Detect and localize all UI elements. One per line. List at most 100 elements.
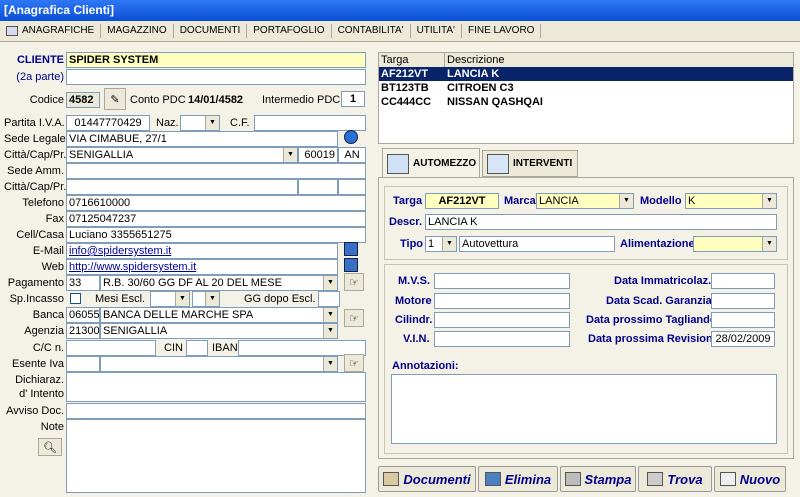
pr2-field[interactable] (338, 179, 366, 195)
sede-amm-field[interactable] (66, 163, 366, 179)
citta1-select[interactable]: SENIGALLIA ▼ (66, 147, 298, 163)
banca-select[interactable]: BANCA DELLE MARCHE SPA ▼ (100, 307, 338, 323)
cilindr-field[interactable] (434, 312, 570, 328)
esente-lookup-button[interactable]: ☞ (344, 354, 364, 372)
tipo-code[interactable]: 1 ▼ (425, 236, 457, 252)
browser-icon[interactable] (344, 258, 358, 272)
cin-field[interactable] (186, 340, 208, 356)
globe-icon[interactable] (344, 130, 358, 144)
mesi-escl-select-1[interactable]: ▼ (150, 291, 190, 307)
intermedio-field[interactable]: 1 (341, 91, 365, 107)
vehicles-list[interactable]: Targa Descrizione AF212VT LANCIA K BT123… (378, 52, 794, 144)
trova-button[interactable]: Trova (638, 466, 712, 492)
menu-fine-lavoro[interactable]: FINE LAVORO (462, 24, 542, 38)
col-targa: Targa (379, 53, 445, 67)
pagamento-select[interactable]: R.B. 30/60 GG DF AL 20 DEL MESE ▼ (100, 275, 338, 291)
search-icon (647, 472, 664, 486)
codice-field[interactable]: 4582 (66, 92, 100, 108)
esente-code[interactable] (66, 356, 100, 372)
marca-select[interactable]: LANCIA ▼ (536, 193, 634, 209)
tab-interventi[interactable]: INTERVENTI (482, 150, 578, 177)
immatricolaz-field[interactable] (711, 273, 775, 289)
cf-field[interactable] (254, 115, 366, 131)
printer-icon (564, 472, 581, 486)
vehicle-row[interactable]: CC444CC NISSAN QASHQAI (379, 95, 793, 109)
web-field[interactable]: http://www.spidersystem.it (66, 259, 338, 275)
sede-legale-field[interactable]: VIA CIMABUE, 27/1 (66, 131, 338, 147)
modello-select[interactable]: K ▼ (685, 193, 777, 209)
intermedio-label: Intermedio PDC (262, 94, 341, 106)
incasso-checkbox[interactable] (70, 293, 81, 304)
citta2-field[interactable] (66, 179, 298, 195)
vehicle-row[interactable]: AF212VT LANCIA K (379, 67, 793, 81)
esente-select[interactable]: ▼ (100, 356, 338, 372)
vin-field[interactable] (434, 331, 570, 347)
piva-field[interactable]: 01447770429 (66, 115, 150, 131)
menu-utilita[interactable]: UTILITA' (411, 24, 462, 38)
telefono-field[interactable]: 0716610000 (66, 195, 366, 211)
mail-icon[interactable] (344, 242, 358, 256)
banca-lookup-button[interactable]: ☞ (344, 309, 364, 327)
alim-select[interactable]: ▼ (693, 236, 777, 252)
chevron-down-icon[interactable]: ▼ (205, 116, 219, 130)
menu-documenti[interactable]: DOCUMENTI (174, 24, 248, 38)
dichiaraz-field[interactable] (66, 372, 366, 402)
chevron-down-icon[interactable]: ▼ (442, 237, 456, 251)
menu-magazzino[interactable]: MAGAZZINO (101, 24, 174, 38)
annotazioni-field[interactable] (391, 374, 777, 444)
cell-field[interactable]: Luciano 3355651275 (66, 227, 366, 243)
mesi-escl-select-2[interactable]: ▼ (192, 291, 220, 307)
menu-portafoglio[interactable]: PORTAFOGLIO (247, 24, 332, 38)
mvs-field[interactable] (434, 273, 570, 289)
banca-code[interactable]: 06055 (66, 307, 100, 323)
nuovo-button[interactable]: Nuovo (714, 466, 786, 492)
tipo-field[interactable]: Autovettura (459, 236, 615, 252)
chevron-down-icon[interactable]: ▼ (762, 237, 776, 251)
pagamento-lookup-button[interactable]: ☞ (344, 273, 364, 291)
scad-garanzia-field[interactable] (711, 293, 775, 309)
chevron-down-icon[interactable]: ▼ (762, 194, 776, 208)
cap1-field[interactable]: 60019 (298, 147, 338, 163)
agenzia-select[interactable]: SENIGALLIA ▼ (100, 323, 338, 339)
chevron-down-icon[interactable]: ▼ (323, 308, 337, 322)
avviso-field[interactable] (66, 403, 366, 419)
chevron-down-icon[interactable]: ▼ (205, 292, 219, 306)
agenzia-code[interactable]: 21300 (66, 323, 100, 339)
naz-select[interactable]: ▼ (180, 115, 220, 131)
documenti-button[interactable]: Documenti (378, 466, 476, 492)
chevron-down-icon[interactable]: ▼ (619, 194, 633, 208)
parte2-field[interactable] (66, 69, 366, 85)
elimina-button[interactable]: Elimina (478, 466, 558, 492)
targa-field[interactable]: AF212VT (425, 193, 499, 209)
vehicle-row[interactable]: BT123TB CITROEN C3 (379, 81, 793, 95)
email-label: E-Mail (32, 245, 64, 257)
chevron-down-icon[interactable]: ▼ (323, 276, 337, 290)
chevron-down-icon[interactable]: ▼ (283, 148, 297, 162)
folder-icon (383, 472, 400, 486)
cc-field[interactable] (66, 340, 156, 356)
cliente-field[interactable]: SPIDER SYSTEM (66, 52, 366, 68)
menu-contabilita[interactable]: CONTABILITA' (332, 24, 411, 38)
chevron-down-icon[interactable]: ▼ (323, 357, 337, 371)
tab-automezzo[interactable]: AUTOMEZZO (382, 148, 480, 178)
descr-field[interactable]: LANCIA K (425, 214, 777, 230)
chevron-down-icon[interactable]: ▼ (323, 324, 337, 338)
parte2-label: (2a parte) (16, 71, 64, 83)
note-field[interactable] (66, 419, 366, 493)
stampa-button[interactable]: Stampa (560, 466, 636, 492)
cap2-field[interactable] (298, 179, 338, 195)
revisione-field[interactable]: 28/02/2009 (711, 331, 775, 347)
citta1-label: Città/Cap/Pr. (4, 149, 67, 161)
tagliando-field[interactable] (711, 312, 775, 328)
edit-code-button[interactable]: ✎ (104, 88, 126, 110)
gg-dopo-field[interactable] (318, 291, 340, 307)
note-search-button[interactable]: 🔍︎ (38, 438, 62, 456)
conto-pdc-label: Conto PDC (130, 94, 186, 106)
motore-field[interactable] (434, 293, 570, 309)
pr1-field[interactable]: AN (338, 147, 366, 163)
pagamento-code[interactable]: 33 (66, 275, 100, 291)
menu-anagrafiche[interactable]: ANAGRAFICHE (0, 24, 102, 38)
chevron-down-icon[interactable]: ▼ (175, 292, 189, 306)
fax-field[interactable]: 07125047237 (66, 211, 366, 227)
email-field[interactable]: info@spidersystem.it (66, 243, 338, 259)
